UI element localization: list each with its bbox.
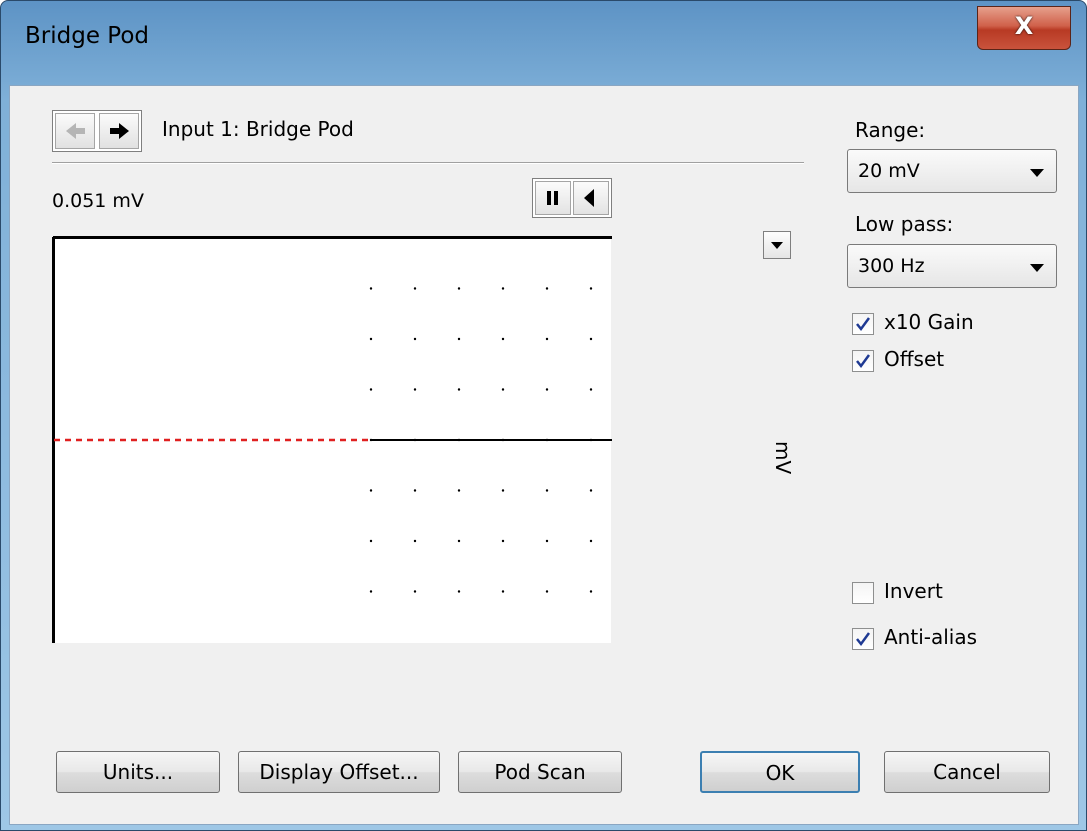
- grid-dot: [501, 489, 505, 492]
- dialog-window: Bridge Pod X Input 1: Bridge Pod 0.051 m…: [0, 0, 1087, 831]
- grid-dot: [545, 287, 549, 290]
- axis-options-button[interactable]: [763, 231, 791, 259]
- next-input-button[interactable]: [99, 113, 139, 149]
- invert-checkbox[interactable]: [852, 582, 874, 604]
- scope-controls: [532, 178, 612, 218]
- grid-dot: [589, 489, 593, 492]
- grid-dot: [369, 337, 373, 341]
- grid-dot: [545, 539, 549, 543]
- arrow-left-icon: [66, 123, 85, 139]
- input-name-label: Input 1: Bridge Pod: [162, 117, 354, 141]
- grid-dot: [457, 287, 461, 290]
- display-offset-button[interactable]: Display Offset...: [238, 751, 440, 793]
- offset-label[interactable]: Offset: [884, 347, 944, 371]
- grid-dot: [369, 287, 373, 290]
- grid-dot: [501, 287, 505, 290]
- anti-alias-checkbox[interactable]: [852, 628, 874, 650]
- close-icon: X: [1014, 12, 1034, 40]
- grid-dot: [457, 539, 461, 543]
- grid-dot: [545, 489, 549, 492]
- grid-dot: [589, 388, 593, 391]
- window-title: Bridge Pod: [25, 23, 150, 49]
- grid-dot: [589, 287, 593, 290]
- signal-chart: 20100-10-20: [52, 236, 612, 643]
- dialog-content: Input 1: Bridge Pod 0.051 mV 20100-10-20: [9, 85, 1079, 825]
- grid-dot: [413, 590, 417, 593]
- range-label: Range:: [855, 118, 926, 142]
- triangle-left-icon: [584, 189, 594, 207]
- grid-dot: [501, 337, 505, 341]
- grid-dot: [369, 539, 373, 543]
- checkmark-icon: [856, 354, 871, 369]
- grid-dot: [545, 337, 549, 341]
- grid-dot: [457, 489, 461, 492]
- low-pass-select[interactable]: 300 Hz: [847, 244, 1057, 288]
- invert-label[interactable]: Invert: [884, 579, 943, 603]
- title-bar[interactable]: Bridge Pod X: [1, 1, 1086, 85]
- x10-gain-label[interactable]: x10 Gain: [884, 310, 974, 334]
- x10-gain-checkbox[interactable]: [852, 313, 874, 335]
- units-button[interactable]: Units...: [56, 751, 220, 793]
- scroll-left-button[interactable]: [573, 181, 609, 215]
- current-value-readout: 0.051 mV: [52, 190, 144, 212]
- y-axis-unit-label: mV: [771, 441, 795, 475]
- close-button[interactable]: X: [977, 6, 1071, 50]
- grid-dot: [413, 287, 417, 290]
- ok-button[interactable]: OK: [700, 751, 860, 793]
- grid-dot: [589, 337, 593, 341]
- grid-dot: [369, 388, 373, 391]
- separator: [52, 162, 804, 164]
- cancel-button[interactable]: Cancel: [884, 751, 1050, 793]
- grid-dot: [501, 388, 505, 391]
- grid-dot: [457, 388, 461, 391]
- grid-dot: [545, 590, 549, 593]
- pod-scan-button[interactable]: Pod Scan: [458, 751, 622, 793]
- grid-dot: [501, 539, 505, 543]
- grid-dot: [457, 590, 461, 593]
- grid-dot: [457, 337, 461, 341]
- grid-dot: [369, 590, 373, 593]
- grid-dot: [413, 337, 417, 341]
- anti-alias-label[interactable]: Anti-alias: [884, 625, 977, 649]
- checkmark-icon: [856, 317, 871, 332]
- grid-dot: [413, 539, 417, 543]
- grid-dot: [545, 388, 549, 391]
- range-select[interactable]: 20 mV: [847, 149, 1057, 193]
- grid-dot: [589, 590, 593, 593]
- grid-dot: [413, 489, 417, 492]
- range-value: 20 mV: [858, 160, 920, 182]
- previous-input-button[interactable]: [55, 113, 95, 149]
- grid-dot: [589, 539, 593, 543]
- checkmark-icon: [856, 632, 871, 647]
- offset-checkbox[interactable]: [852, 350, 874, 372]
- input-navigation: [52, 110, 142, 152]
- chevron-down-icon: [771, 242, 783, 249]
- low-pass-label: Low pass:: [855, 212, 954, 236]
- arrow-right-icon: [110, 123, 129, 139]
- pause-button[interactable]: [535, 181, 571, 215]
- grid-dot: [369, 489, 373, 492]
- grid-dot: [501, 590, 505, 593]
- grid-dot: [413, 388, 417, 391]
- dropdown-arrow-icon: [1030, 264, 1044, 272]
- low-pass-value: 300 Hz: [858, 255, 925, 277]
- dropdown-arrow-icon: [1030, 169, 1044, 177]
- pause-icon: [547, 191, 558, 205]
